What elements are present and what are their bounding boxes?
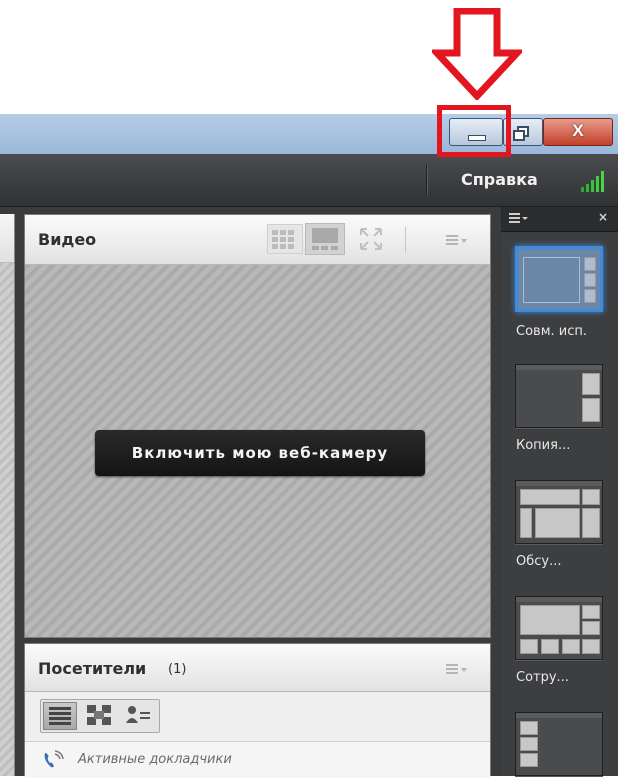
annotation-highlight-box [437, 105, 511, 157]
video-area: Включить мою веб-камеру [25, 265, 490, 637]
single-view-icon [312, 228, 338, 243]
breakout-view-button[interactable] [83, 702, 117, 730]
appbar-separator [426, 165, 427, 195]
layout-thumb-copy[interactable] [515, 364, 603, 428]
single-view-button[interactable] [305, 223, 345, 255]
layouts-panel: × Совм. исп. Копия... Обсу... Сотру... [501, 207, 618, 776]
phone-icon [44, 750, 64, 768]
help-menu[interactable]: Справка [461, 170, 538, 189]
attendee-status-button[interactable] [123, 702, 157, 730]
layout-label-share: Совм. исп. [516, 324, 587, 339]
active-speakers-section[interactable]: Активные докладчики [25, 741, 490, 778]
layout-label-collaboration: Сотру... [516, 670, 569, 685]
grid-view-button[interactable] [267, 224, 303, 254]
close-icon: X [572, 121, 584, 140]
video-toolbar-separator [405, 227, 406, 253]
restore-icon-back [513, 130, 525, 141]
close-button[interactable]: X [543, 118, 613, 146]
layout-thumb-share[interactable] [515, 246, 603, 312]
pod-menu-icon[interactable] [446, 235, 468, 245]
left-pod-edge [0, 214, 15, 776]
start-webcam-button[interactable]: Включить мою веб-камеру [95, 430, 425, 476]
breakout-view-icon [87, 705, 111, 725]
attendees-pod-title: Посетители [38, 659, 147, 678]
video-pod: Видео Включить мою веб-камеру [24, 214, 491, 638]
signal-strength-icon [581, 171, 604, 192]
video-pod-header: Видео [25, 215, 490, 265]
fullscreen-icon[interactable] [358, 226, 384, 252]
list-view-button[interactable] [43, 702, 77, 730]
layout-label-copy: Копия... [516, 438, 571, 453]
layouts-menu-icon[interactable] [509, 213, 529, 223]
attendee-status-icon [126, 706, 150, 723]
attendees-pod: Посетители (1) Активные докладчики [24, 643, 491, 778]
layouts-panel-header: × [501, 207, 618, 232]
layout-label-discussion: Обсу... [516, 554, 562, 569]
attendees-view-toolbar [40, 699, 160, 733]
layouts-close-icon[interactable]: × [598, 210, 608, 224]
layout-thumb-collaboration[interactable] [515, 596, 603, 660]
left-pod-header [0, 214, 14, 263]
layout-thumb-discussion[interactable] [515, 480, 603, 544]
annotation-arrow-icon [432, 8, 522, 100]
left-pod-body [0, 263, 14, 776]
active-speakers-label: Активные докладчики [78, 752, 232, 767]
video-pod-title: Видео [38, 230, 97, 249]
attendees-pod-menu-icon[interactable] [446, 664, 468, 674]
attendees-pod-header: Посетители (1) [25, 644, 490, 692]
list-view-icon [49, 707, 71, 725]
layout-thumb-5[interactable] [515, 712, 603, 776]
attendees-count: (1) [168, 662, 187, 677]
